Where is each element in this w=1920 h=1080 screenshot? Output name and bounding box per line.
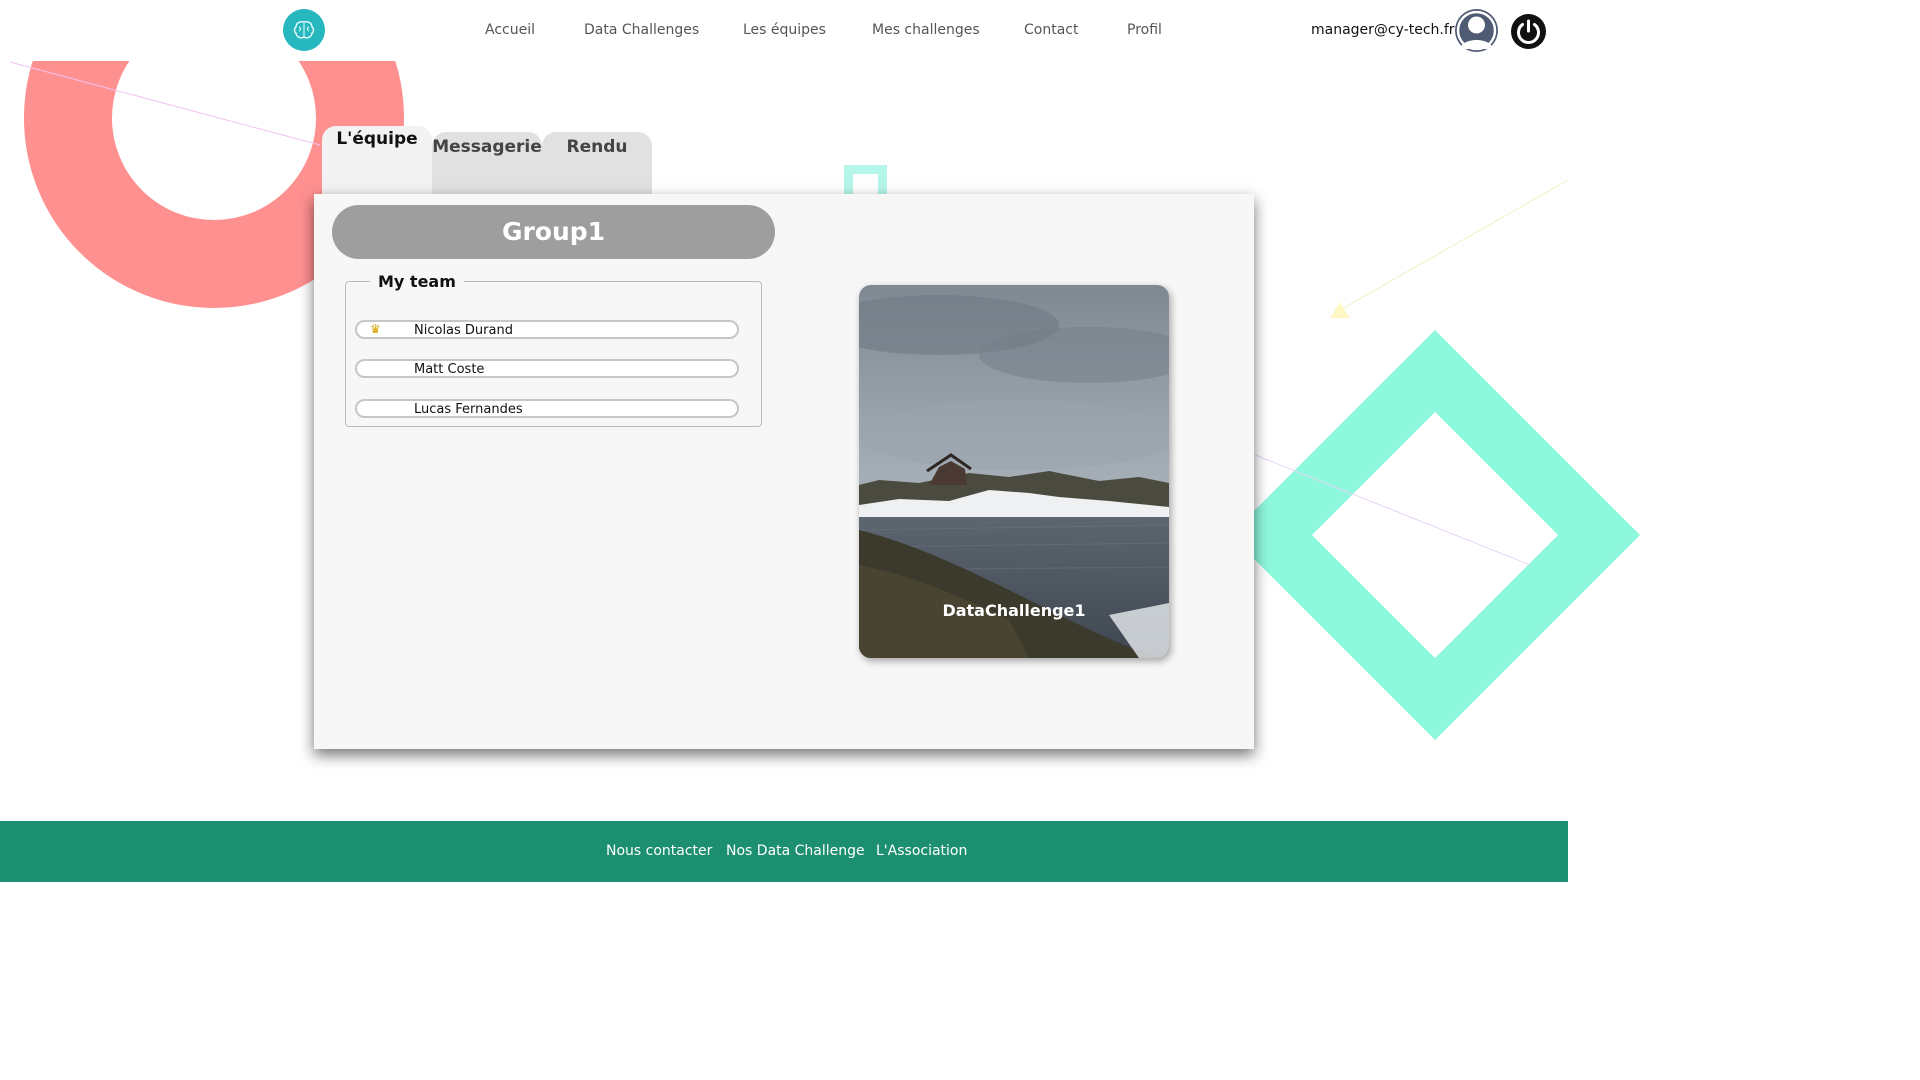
user-avatar-icon[interactable]	[1455, 9, 1498, 52]
user-email: manager@cy-tech.fr	[1311, 22, 1455, 38]
team-member-row: Lucas Fernandes	[355, 399, 739, 418]
challenge-title: DataChallenge1	[942, 601, 1086, 620]
crown-icon: ♛	[370, 322, 381, 336]
nav-les-equipes[interactable]: Les équipes	[743, 22, 826, 38]
member-name: Matt Coste	[414, 362, 485, 377]
nav-accueil[interactable]: Accueil	[485, 22, 535, 38]
team-panel: Group1 My team ♛ Nicolas Durand Matt Cos…	[314, 194, 1254, 749]
top-navbar: Accueil Data Challenges Les équipes Mes …	[0, 0, 1568, 61]
team-legend: My team	[378, 272, 456, 291]
tab-messagerie[interactable]: Messagerie	[432, 132, 542, 196]
team-members-box: My team ♛ Nicolas Durand Matt Coste Luca…	[345, 272, 762, 427]
team-member-row: ♛ Nicolas Durand	[355, 320, 739, 339]
footer: Nous contacter Nos Data Challenge L'Asso…	[0, 821, 1568, 882]
member-name: Lucas Fernandes	[414, 402, 523, 417]
challenge-card[interactable]: DataChallenge1	[859, 285, 1169, 658]
footer-link-contact[interactable]: Nous contacter	[606, 843, 712, 859]
tab-messagerie-label: Messagerie	[432, 137, 542, 157]
team-member-row: Matt Coste	[355, 359, 739, 378]
nav-contact[interactable]: Contact	[1024, 22, 1078, 38]
tab-equipe-label: L'équipe	[336, 129, 418, 149]
tab-rendu-label: Rendu	[566, 137, 628, 157]
power-icon[interactable]	[1511, 14, 1546, 49]
nav-mes-challenges[interactable]: Mes challenges	[872, 22, 980, 38]
nav-data-challenges[interactable]: Data Challenges	[584, 22, 699, 38]
tab-rendu[interactable]: Rendu	[542, 132, 652, 196]
brain-icon[interactable]	[283, 9, 325, 51]
footer-link-association[interactable]: L'Association	[876, 843, 967, 859]
tab-equipe[interactable]: L'équipe	[322, 126, 432, 196]
group-name: Group1	[332, 205, 775, 259]
member-name: Nicolas Durand	[414, 323, 513, 338]
nav-profil[interactable]: Profil	[1127, 22, 1162, 38]
footer-link-data-challenge[interactable]: Nos Data Challenge	[726, 843, 865, 859]
